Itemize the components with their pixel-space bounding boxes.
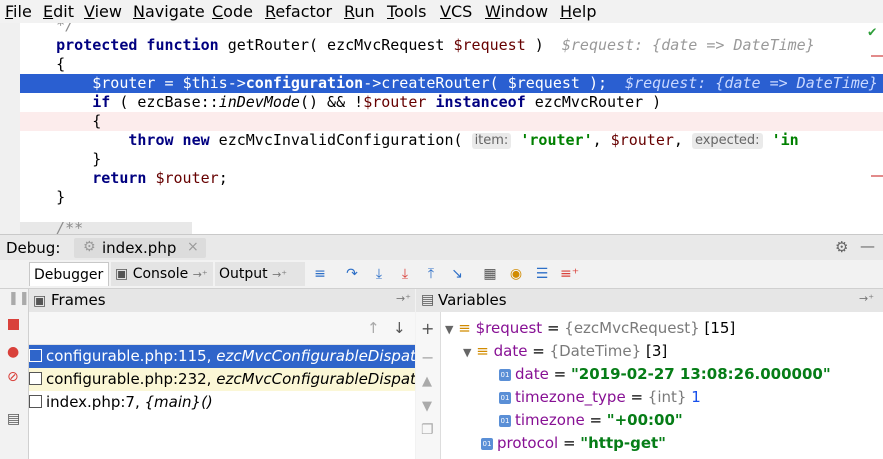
remove-icon[interactable]: − <box>421 348 434 367</box>
step-out-icon[interactable]: ⤒ <box>422 265 440 283</box>
error-marker[interactable] <box>871 175 883 177</box>
console-icon: ▣ <box>115 266 129 282</box>
pin-arrow-icon: →⁺ <box>192 268 208 281</box>
pin-arrow-icon[interactable]: →⁺ <box>396 292 411 305</box>
menu-refactor[interactable]: Refactor <box>265 2 332 21</box>
code-line: { <box>56 55 66 73</box>
pin-arrow-icon: →⁺ <box>272 268 288 281</box>
code-line: } <box>92 150 102 168</box>
evaluate-expression-icon[interactable]: ▦ <box>481 265 499 283</box>
tab-console[interactable]: ▣ Console →⁺ <box>111 262 213 286</box>
debug-side-toolbar: ▶ ❚❚ ● ⊘ ▤ <box>0 260 30 459</box>
debug-label: Debug: <box>6 239 61 257</box>
variables-tree: ▼ ≡ $request = {ezcMvcRequest} [15] ▼ ≡ … <box>441 312 883 459</box>
frames-title: Frames <box>51 291 106 309</box>
editor-gutter[interactable] <box>0 23 20 234</box>
menu-tools[interactable]: Tools <box>387 2 426 21</box>
add-watch-icon[interactable]: ≡⁺ <box>560 265 579 283</box>
gear-icon: ⚙ <box>83 239 96 255</box>
menu-vcs[interactable]: VCS <box>440 2 472 21</box>
code-line: protected function getRouter( ezcMvcRequ… <box>56 36 815 54</box>
menu-help[interactable]: Help <box>560 2 596 21</box>
frame-row[interactable]: configurable.php:232, ezcMvcConfigurable… <box>29 368 415 391</box>
variables-toolbar: + − ▲ ▼ ❐ <box>416 312 441 459</box>
debug-session-tab[interactable]: ⚙ index.php × <box>74 238 206 258</box>
primitive-icon: 01 <box>499 415 511 427</box>
layout-icon[interactable]: ▤ <box>7 411 20 427</box>
menu-run[interactable]: Run <box>344 2 375 21</box>
variable-row[interactable]: ▼ ≡ date = {DateTime} [3] <box>463 340 667 363</box>
code-line: throw new ezcMvcInvalidConfiguration( it… <box>128 131 799 149</box>
stop-icon[interactable] <box>8 319 19 330</box>
variables-panel-header: ▤ Variables →⁺ <box>416 289 883 313</box>
code-line: { <box>20 112 883 131</box>
settings-gear-icon[interactable]: ⚙ <box>835 238 848 256</box>
primitive-icon: 01 <box>481 438 493 450</box>
variable-row[interactable]: 01 date = "2019-02-27 13:08:26.000000" <box>499 363 831 386</box>
show-execution-point-icon[interactable]: ≡ <box>311 265 329 283</box>
down-icon[interactable]: ▼ <box>422 399 432 414</box>
frames-icon: ▣ <box>33 293 47 309</box>
pause-icon[interactable]: ❚❚ <box>8 291 30 306</box>
code-line: } <box>56 188 66 206</box>
code-line: return $router; <box>92 169 228 187</box>
expand-arrow-icon[interactable]: ▼ <box>463 346 471 359</box>
code-editor[interactable]: */ protected function getRouter( ezcMvcR… <box>0 23 883 234</box>
view-breakpoints-icon[interactable]: ● <box>7 344 19 360</box>
menu-window[interactable]: Window <box>485 2 548 21</box>
force-step-into-icon[interactable]: ⤓ <box>396 265 414 283</box>
debug-toolbar: Debugger ▣ Console →⁺ Output →⁺ ≡ ↷ ⤓ ⤓ … <box>0 260 883 289</box>
param-hint-expected: expected: <box>691 133 763 149</box>
mute-breakpoints-icon[interactable]: ⊘ <box>7 369 19 385</box>
menu-navigate[interactable]: Navigate <box>133 2 205 21</box>
list-icon[interactable]: ☰ <box>533 265 551 283</box>
frames-panel-header: ▣ Frames →⁺ <box>29 289 415 313</box>
menu-code[interactable]: Code <box>212 2 253 21</box>
frame-row[interactable]: index.php:7, {main}() <box>29 391 415 414</box>
tab-debugger[interactable]: Debugger <box>29 262 109 286</box>
watch-icon[interactable]: ◉ <box>507 265 525 283</box>
close-icon[interactable]: × <box>187 239 199 255</box>
error-marker[interactable] <box>871 55 883 57</box>
frame-icon <box>29 349 42 362</box>
hide-icon[interactable]: — <box>860 237 875 255</box>
frame-icon <box>29 395 42 408</box>
variable-row[interactable]: ▼ ≡ $request = {ezcMvcRequest} [15] <box>445 317 735 340</box>
add-icon[interactable]: + <box>421 319 434 338</box>
frame-icon <box>29 372 42 385</box>
menu-bar: File Edit View Navigate Code Refactor Ru… <box>0 0 883 23</box>
primitive-icon: 01 <box>499 392 511 404</box>
run-to-cursor-icon[interactable]: ↘ <box>448 265 466 283</box>
variable-row[interactable]: 01 protocol = "http-get" <box>481 432 666 455</box>
frames-list: ↑ ↓ configurable.php:115, ezcMvcConfigur… <box>29 312 415 459</box>
code-line: /** <box>56 219 84 234</box>
up-arrow-icon[interactable]: ↑ <box>367 319 380 337</box>
up-icon[interactable]: ▲ <box>422 374 432 389</box>
code-line: if ( ezcBase::inDevMode() && !$router in… <box>92 93 662 111</box>
debug-tool-window-header: Debug: ⚙ index.php × ⚙ — <box>0 234 883 261</box>
down-arrow-icon[interactable]: ↓ <box>393 319 406 337</box>
check-icon: ✔ <box>868 24 877 40</box>
primitive-icon: 01 <box>499 369 511 381</box>
menu-edit[interactable]: Edit <box>43 2 74 21</box>
variables-title: Variables <box>438 291 507 309</box>
code-line: */ <box>56 23 75 34</box>
current-execution-line: $router = $this->configuration->createRo… <box>20 74 883 93</box>
frames-toolbar: ↑ ↓ <box>29 312 415 345</box>
variables-icon: ▤ <box>421 292 435 308</box>
step-into-icon[interactable]: ⤓ <box>370 265 388 283</box>
object-icon: ≡ <box>476 342 489 360</box>
pin-arrow-icon[interactable]: →⁺ <box>859 292 874 305</box>
variable-row[interactable]: 01 timezone = "+00:00" <box>499 409 683 432</box>
menu-file[interactable]: File <box>5 2 32 21</box>
variable-row[interactable]: 01 timezone_type = {int} 1 <box>499 386 701 409</box>
step-over-icon[interactable]: ↷ <box>343 265 361 283</box>
menu-view[interactable]: View <box>84 2 122 21</box>
param-hint-item: item: <box>471 133 512 149</box>
object-icon: ≡ <box>458 319 471 337</box>
frame-row[interactable]: configurable.php:115, ezcMvcConfigurable… <box>29 345 415 368</box>
copy-icon[interactable]: ❐ <box>421 422 434 438</box>
expand-arrow-icon[interactable]: ▼ <box>445 323 453 336</box>
tab-output[interactable]: Output →⁺ <box>215 262 305 286</box>
